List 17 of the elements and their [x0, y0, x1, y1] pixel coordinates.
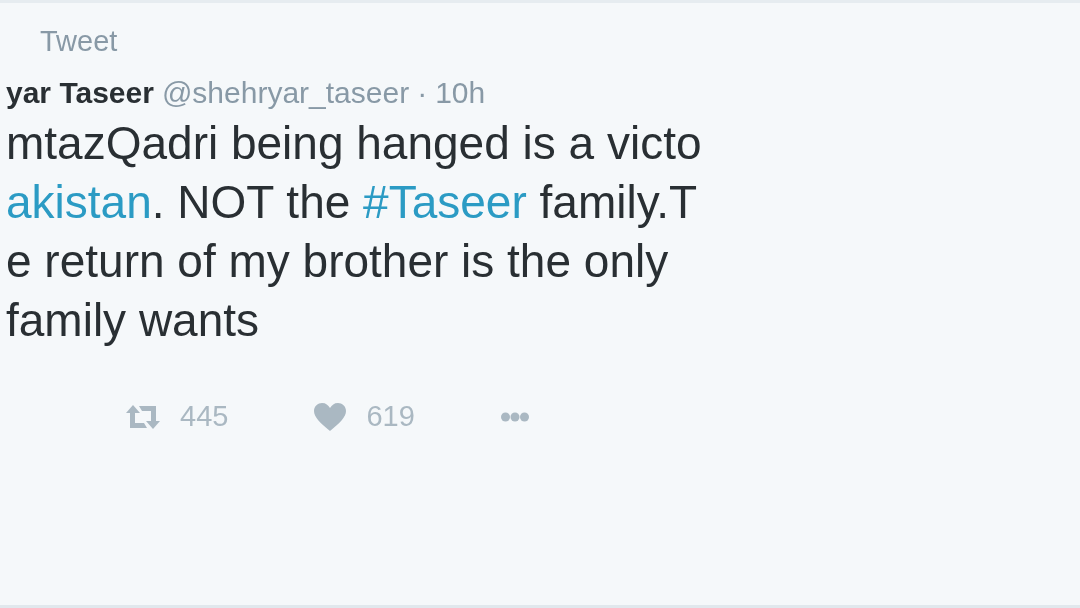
author-name[interactable]: yar Taseer [6, 76, 154, 110]
tweet-time[interactable]: 10h [435, 76, 486, 110]
heart-icon[interactable] [314, 402, 347, 431]
separator-dot: · [417, 76, 428, 110]
hashtag-link[interactable]: #Taseer [363, 173, 527, 232]
author-handle[interactable]: @shehryar_taseer [161, 76, 410, 110]
tweet-text: family wants [6, 293, 260, 348]
like-count: 619 [366, 400, 415, 433]
retweet-count: 445 [180, 400, 229, 433]
tweet-header-label: Tweet [40, 25, 118, 58]
hashtag-link[interactable]: akistan [6, 173, 152, 232]
tweet-text: e return of my brother is the only [6, 234, 669, 289]
tweet-text: mtazQadri being hanged is a victo [6, 116, 702, 171]
retweet-icon[interactable] [126, 404, 160, 429]
tweet-text: . NOT the [151, 175, 352, 230]
more-icon[interactable] [500, 411, 529, 422]
tweet-text: family.T [538, 175, 698, 230]
